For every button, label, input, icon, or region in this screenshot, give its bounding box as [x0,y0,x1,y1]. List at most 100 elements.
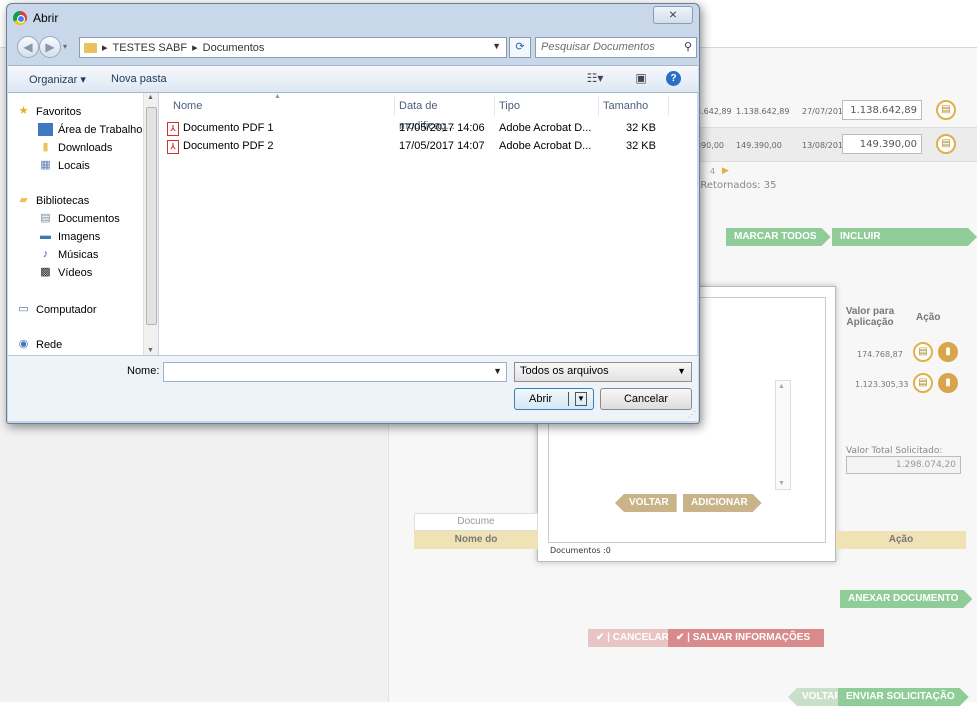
open-options-icon[interactable]: ▼ [575,392,587,406]
mark-all-button[interactable]: MARCAR TODOS [726,228,831,246]
include-selected-button[interactable]: INCLUIR SELECIONADOS [832,228,977,246]
file-name-input[interactable]: ▼ [163,362,507,382]
resize-grip-icon[interactable]: ⋰ [688,410,696,419]
page-number[interactable]: 4 [710,167,715,176]
column-size[interactable]: Tamanho [599,96,669,116]
modal-docs-count: Documentos :0 [550,546,611,555]
file-list: Nome ▲ Data de modificaç... Tipo Tamanho… [159,93,697,355]
forward-icon[interactable]: ▶ [39,36,61,58]
nav-label: Favoritos [36,105,82,118]
trash-icon[interactable]: ▮ [938,373,958,393]
row-col1: 3.642,89 [696,107,732,116]
row-value-field[interactable]: 149.390,00 [842,134,922,154]
history-dropdown-icon[interactable]: ▾ [63,42,67,51]
search-placeholder: Pesquisar Documentos [541,41,655,53]
sort-indicator-icon: ▲ [274,93,281,100]
search-icon[interactable]: ⚲ [684,40,692,53]
file-name: Documento PDF 1 [183,122,274,134]
nav-label: Computador [36,303,97,316]
inner-value: 1.123.305,33 [855,380,909,389]
scroll-up-icon[interactable]: ▲ [778,383,785,390]
nav-places[interactable]: ▦ Locais [38,157,90,174]
chevron-down-icon[interactable]: ▼ [677,366,686,376]
column-name[interactable]: Nome [169,96,395,116]
breadcrumb-item[interactable]: Documentos [203,42,265,54]
nav-label: Rede [36,338,63,351]
docs-action-header: Ação [836,531,966,549]
search-input[interactable]: Pesquisar Documentos ⚲ [535,37,697,58]
scroll-down-icon[interactable]: ▼ [147,347,154,354]
nav-network[interactable]: ◉ Rede [16,336,63,353]
view-options-icon[interactable]: ☷▾ [586,71,604,87]
folder-icon [84,42,97,53]
save-info-button[interactable]: ✔ | SALVAR INFORMAÇÕES [668,629,825,647]
file-type-value: Todos os arquivos [520,365,609,377]
modal-add-button[interactable]: ADICIONAR [683,494,762,512]
breadcrumb-item[interactable]: TESTES SABF [113,42,188,54]
chevron-down-icon[interactable]: ▼ [493,366,502,376]
total-value-field: 1.298.074,20 [846,456,961,474]
file-date: 17/05/2017 14:07 [399,140,485,152]
downloads-folder-icon: ▮ [42,141,49,153]
row-value-field[interactable]: 1.138.642,89 [842,100,922,120]
document-icon[interactable]: ▤ [936,134,956,154]
scroll-up-icon[interactable]: ▲ [147,94,154,101]
file-type-select[interactable]: Todos os arquivos ▼ [514,362,692,382]
open-label: Abrir [529,393,553,405]
docs-header: Docume [414,513,538,531]
nav-label: Locais [58,159,90,172]
cancel-dialog-button[interactable]: Cancelar [600,388,692,410]
file-row[interactable]: ⅄ Documento PDF 1 17/05/2017 14:06 Adobe… [159,120,697,137]
file-size: 32 KB [626,122,656,134]
attach-document-button[interactable]: ANEXAR DOCUMENTO [840,590,972,608]
file-date: 17/05/2017 14:06 [399,122,485,134]
close-button[interactable]: ⨯ [653,6,693,24]
nav-computer[interactable]: ▭ Computador [16,301,97,318]
preview-pane-icon[interactable]: ▣ [632,71,650,87]
new-folder-button[interactable]: Nova pasta [111,73,167,85]
videos-icon: ▩ [40,266,51,278]
nav-images[interactable]: ▬ Imagens [38,228,100,245]
address-bar[interactable]: ▸ TESTES SABF ▸ Documentos ▼ [79,37,507,58]
nav-label: Bibliotecas [36,194,90,207]
pdf-icon: ⅄ [167,140,179,154]
navigation-pane: ★ Favoritos Área de Trabalho ▮ Downloads ▦… [8,93,158,355]
nav-scroll-thumb[interactable] [146,107,157,325]
scroll-down-icon[interactable]: ▼ [778,480,785,487]
nav-downloads[interactable]: ▮ Downloads [38,139,112,156]
file-row[interactable]: ⅄ Documento PDF 2 17/05/2017 14:07 Adobe… [159,138,697,155]
nav-libraries[interactable]: ▰ Bibliotecas [16,192,89,209]
libraries-icon: ▰ [19,194,28,206]
table-row: 390,00 149.390,00 13/08/2017 149.390,00 … [690,128,977,162]
trash-icon[interactable]: ▮ [938,342,958,362]
breadcrumb-sep-icon: ▸ [102,42,108,54]
nav-documents[interactable]: ▤ Documentos [38,210,119,227]
help-icon[interactable]: ? [666,71,681,86]
nav-scrollbar[interactable]: ▲ ▼ [143,93,158,355]
open-button[interactable]: Abrir ▼ [514,388,594,410]
send-request-button[interactable]: ENVIAR SOLICITAÇÃO [838,688,969,706]
nav-desktop[interactable]: Área de Trabalho [38,121,142,138]
column-type[interactable]: Tipo [495,96,599,116]
refresh-icon[interactable]: ⟳ [509,37,531,58]
nav-favorites[interactable]: ★ Favoritos [16,103,82,120]
document-icon[interactable]: ▤ [913,373,933,393]
file-name: Documento PDF 2 [183,140,274,152]
nav-videos[interactable]: ▩ Vídeos [38,264,92,281]
column-date[interactable]: Data de modificaç... [395,96,495,132]
open-file-dialog: Abrir ⨯ ◀ ▶ ▾ ▸ TESTES SABF ▸ Documentos… [6,3,700,424]
toolbar: Organizar ▾ Nova pasta ☷▾ ▣ ? [8,65,698,93]
document-icon[interactable]: ▤ [913,342,933,362]
next-page-icon[interactable]: ▶ [722,166,729,176]
organize-button[interactable]: Organizar ▾ [29,73,86,86]
back-icon[interactable]: ◀ [17,36,39,58]
name-label: Nome: [127,365,160,377]
address-dropdown-icon[interactable]: ▼ [492,41,501,51]
nav-label: Downloads [58,141,113,154]
modal-scrollbar[interactable]: ▲ ▼ [775,380,791,490]
cancel-label: CANCELAR [612,632,669,643]
nav-music[interactable]: ♪ Músicas [38,246,99,263]
address-row: ◀ ▶ ▾ ▸ TESTES SABF ▸ Documentos ▼ ⟳ Pes… [13,34,697,60]
document-icon[interactable]: ▤ [936,100,956,120]
modal-back-button[interactable]: VOLTAR [615,494,677,512]
